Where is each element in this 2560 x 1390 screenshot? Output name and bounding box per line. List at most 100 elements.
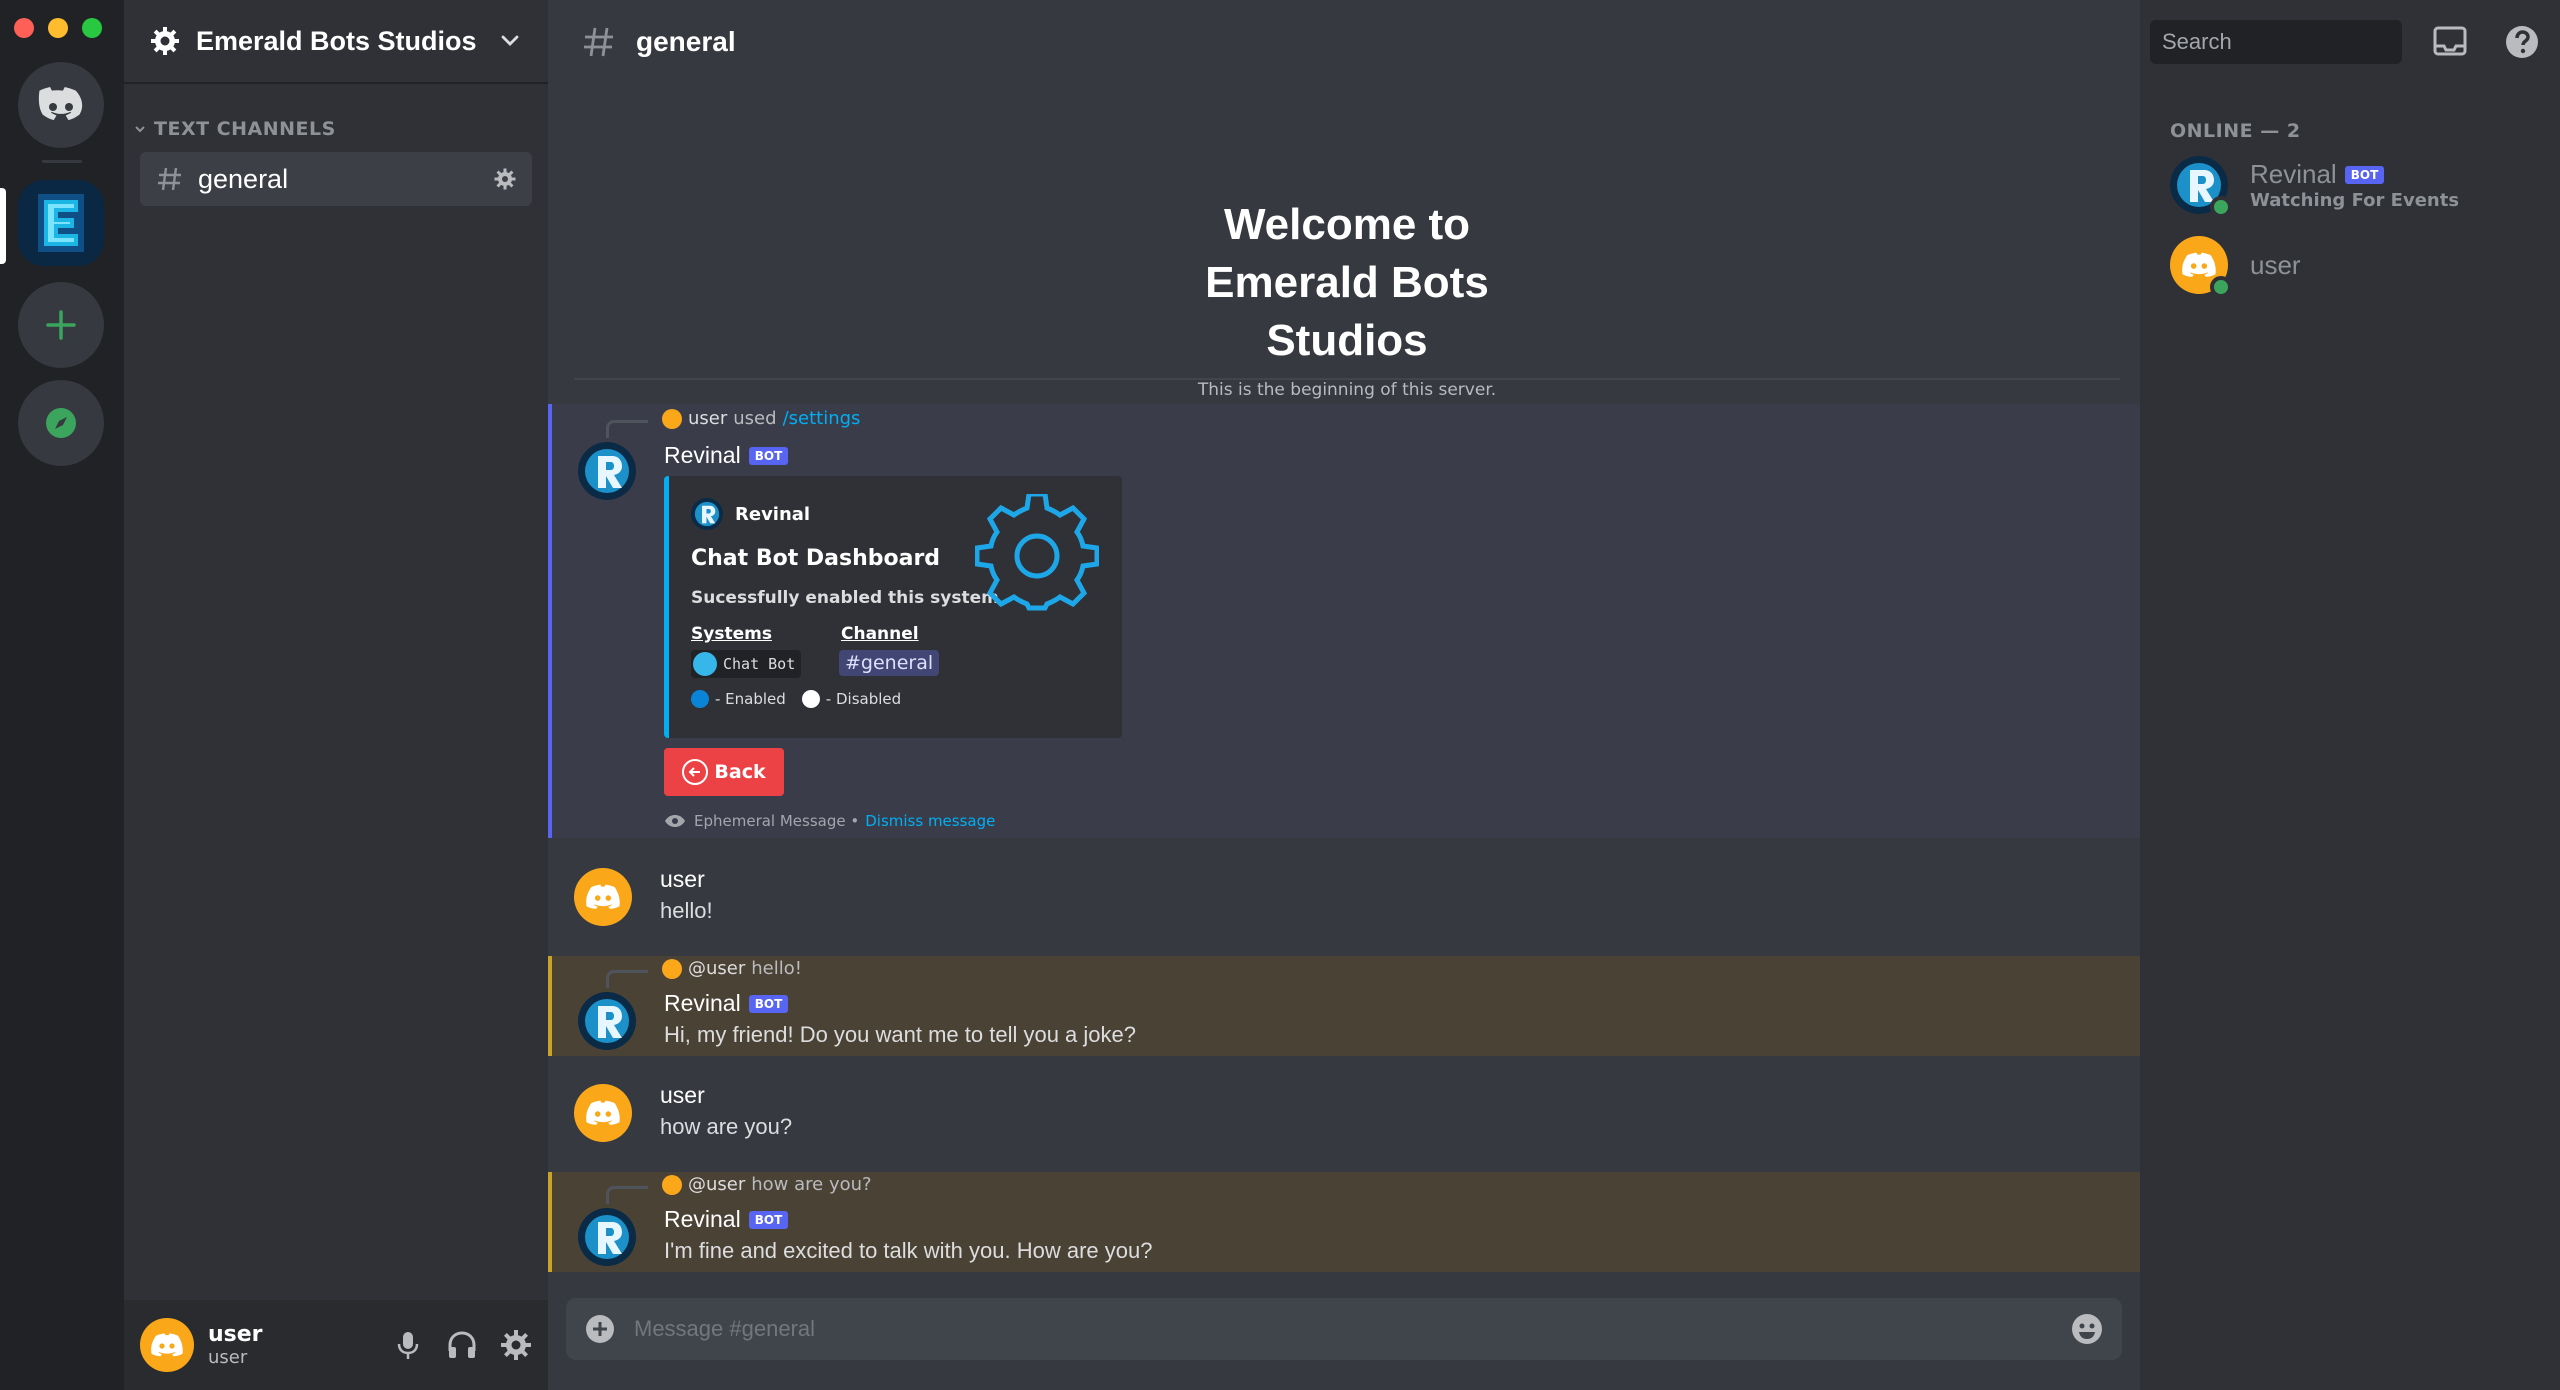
user-panel-names[interactable]: user user	[208, 1322, 392, 1368]
legend-disabled-dot	[801, 690, 820, 708]
command-reference[interactable]: user used /settings	[662, 408, 860, 429]
channel-header: general	[548, 0, 2140, 84]
reply-connector	[606, 420, 648, 438]
search-input[interactable]	[2162, 29, 2450, 55]
online-header: ONLINE — 2	[2170, 120, 2301, 142]
author-name[interactable]: user	[660, 866, 705, 893]
back-button[interactable]: Back	[664, 748, 784, 796]
chat-area: general Welcome to Emerald Bots Studios …	[548, 0, 2140, 1390]
member-list: ONLINE — 2 Revinal BOT Watching For Even…	[2140, 0, 2560, 1390]
server-e-logo-icon	[18, 180, 104, 266]
ephemeral-label: Ephemeral Message •	[694, 812, 860, 830]
member-avatar	[2170, 236, 2232, 298]
message-user-how-are-you: user how are you?	[548, 1072, 2140, 1168]
revinal-avatar[interactable]	[578, 442, 636, 500]
embed-field-systems-name: Systems	[691, 624, 772, 644]
reply-reference[interactable]: @user how are you?	[662, 1174, 872, 1195]
channel-title: general	[636, 26, 736, 57]
reply-connector	[606, 970, 648, 988]
chevron-down-icon[interactable]	[498, 29, 522, 53]
discord-default-avatar-icon	[586, 1100, 620, 1125]
member-revinal[interactable]: Revinal BOT Watching For Events	[2170, 156, 2459, 218]
explore-servers-button[interactable]	[18, 380, 104, 466]
revinal-r-avatar-icon	[578, 1208, 636, 1266]
back-button-label: Back	[714, 761, 766, 783]
welcome-subtitle: This is the beginning of this server.	[1197, 380, 1497, 400]
message-user-hello: user hello!	[548, 856, 2140, 952]
inbox-icon[interactable]	[2432, 24, 2468, 60]
server-icon-emerald-bots-studios[interactable]	[18, 180, 104, 266]
user-avatar[interactable]	[140, 1318, 194, 1372]
user-panel-controls	[392, 1329, 532, 1361]
bot-badge: BOT	[748, 994, 789, 1013]
minimize-window-button[interactable]	[48, 18, 68, 38]
message-text: Hi, my friend! Do you want me to tell yo…	[664, 1022, 1136, 1047]
reply-connector	[606, 1186, 648, 1204]
category-text-channels[interactable]: TEXT CHANNELS	[134, 118, 336, 140]
discord-default-avatar-icon	[151, 1333, 183, 1357]
legend-enabled-label: - Enabled	[715, 690, 786, 708]
embed-field-channel-name: Channel	[841, 624, 919, 644]
plus-icon	[46, 310, 76, 340]
message-composer	[566, 1298, 2122, 1360]
emoji-picker-icon[interactable]	[2070, 1312, 2104, 1346]
revinal-r-avatar-icon	[578, 992, 636, 1050]
embed-thumbnail-gear-icon	[975, 494, 1099, 611]
channel-item-general[interactable]: general	[140, 152, 532, 206]
close-window-button[interactable]	[14, 18, 34, 38]
channel-name: general	[198, 163, 289, 194]
revinal-avatar[interactable]	[578, 992, 636, 1050]
server-settings-gear-icon	[151, 27, 179, 55]
reply-user-avatar	[662, 1174, 682, 1195]
member-user[interactable]: user	[2170, 236, 2301, 298]
embed-author-avatar-icon	[691, 498, 723, 530]
message-text: how are you?	[660, 1114, 793, 1139]
channel-settings-gear-icon[interactable]	[494, 168, 516, 190]
welcome-divider	[574, 378, 2120, 380]
user-avatar[interactable]	[574, 1084, 632, 1142]
message-input[interactable]	[634, 1316, 2070, 1342]
server-header[interactable]: Emerald Bots Studios	[124, 0, 548, 84]
rail-separator	[42, 160, 82, 163]
user-settings-gear-icon[interactable]	[500, 1329, 532, 1361]
member-info: Revinal BOT Watching For Events	[2228, 159, 2459, 211]
author-name[interactable]: Revinal	[664, 1206, 741, 1233]
search-box[interactable]	[2150, 20, 2450, 64]
member-name: user	[2250, 249, 2301, 280]
category-chevron-icon	[135, 126, 145, 133]
member-avatar	[2170, 156, 2232, 218]
reply-text: how are you?	[751, 1174, 872, 1195]
discord-default-avatar-icon	[586, 884, 620, 909]
user-avatar[interactable]	[574, 868, 632, 926]
headphones-icon[interactable]	[446, 1329, 478, 1361]
server-name: Emerald Bots Studios	[196, 25, 477, 56]
system-name: Chat Bot	[723, 655, 796, 673]
hashtag-icon	[584, 27, 613, 57]
home-button[interactable]	[18, 62, 104, 148]
user-panel-name: user	[208, 1322, 263, 1347]
online-status-dot	[2210, 276, 2232, 298]
author-name[interactable]: user	[660, 1082, 705, 1109]
channel-sidebar: Emerald Bots Studios TEXT CHANNELS gener…	[124, 0, 548, 1390]
back-arrow-icon	[682, 759, 709, 785]
author-name[interactable]: Revinal	[664, 990, 741, 1017]
zoom-window-button[interactable]	[82, 18, 102, 38]
author-name[interactable]: Revinal	[664, 442, 741, 469]
channel-mention[interactable]: #general	[839, 650, 940, 676]
reply-reference[interactable]: @user hello!	[662, 958, 802, 979]
dashboard-embed: Revinal Chat Bot Dashboard Sucessfully e…	[664, 476, 1122, 738]
enabled-status-dot	[693, 652, 717, 676]
bot-badge: BOT	[748, 446, 789, 465]
window-controls	[14, 18, 102, 38]
welcome-title: Welcome to Emerald Bots Studios	[1205, 200, 1489, 365]
discord-app: Emerald Bots Studios TEXT CHANNELS gener…	[0, 0, 2560, 1390]
attach-plus-icon[interactable]	[584, 1313, 616, 1345]
add-server-button[interactable]	[18, 282, 104, 368]
microphone-icon[interactable]	[392, 1329, 424, 1361]
help-icon[interactable]	[2504, 24, 2540, 60]
reply-text: hello!	[751, 958, 802, 979]
command-name: /settings	[782, 408, 861, 429]
dismiss-message-link[interactable]: Dismiss message	[865, 812, 995, 830]
legend-disabled-label: - Disabled	[825, 690, 902, 708]
revinal-avatar[interactable]	[578, 1208, 636, 1266]
